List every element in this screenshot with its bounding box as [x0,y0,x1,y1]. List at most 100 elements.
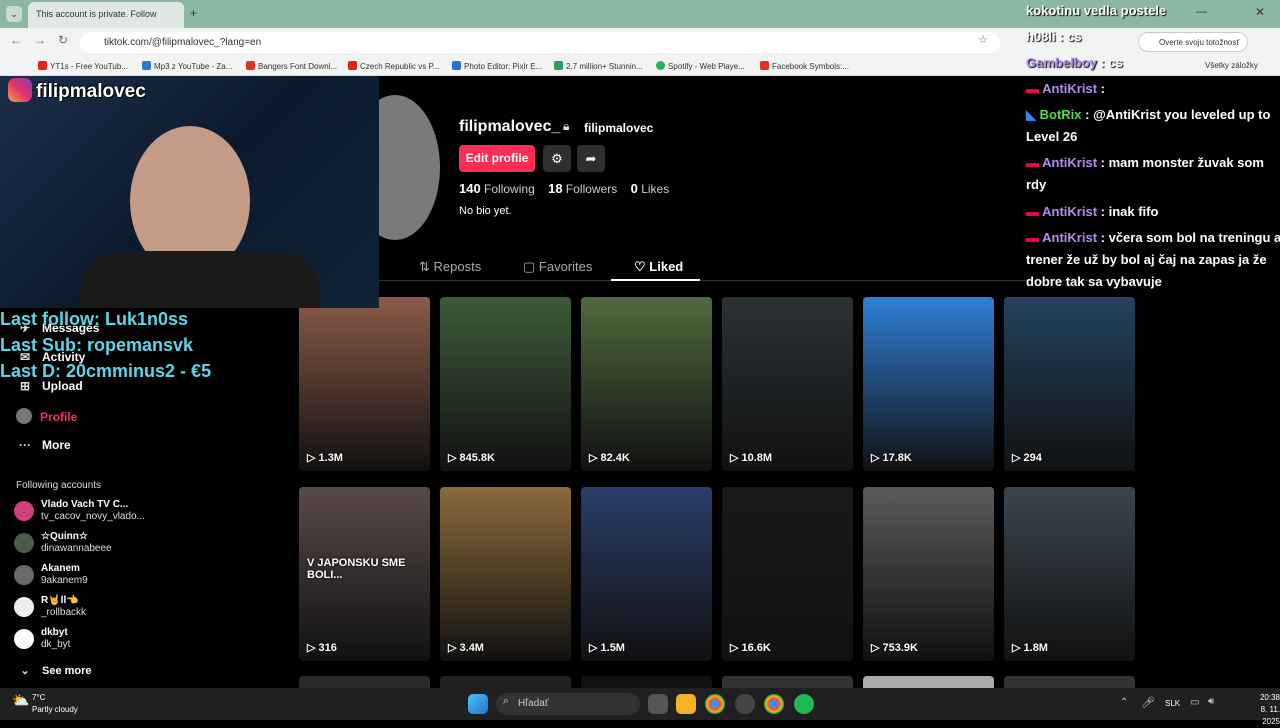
account-handle: 9akanem9 [41,575,88,586]
browser-tab[interactable]: This account is private. Follow [28,2,184,28]
video-thumbnail[interactable]: ▷ 16.6K [722,487,853,661]
webcam-overlay [0,76,379,308]
obs-icon[interactable] [735,694,755,714]
bookmark-item[interactable]: Spotify - Web Playe... [656,61,745,71]
forward-icon[interactable]: → [34,33,46,47]
see-more-button[interactable]: ⌄ See more [16,664,91,677]
settings-gear-icon[interactable]: ⚙ [543,145,571,172]
following-account[interactable]: dkbyt dk_byt [14,625,274,655]
tray-chevron-icon[interactable]: ⌃ [1120,697,1128,708]
sidebar-item-label: Profile [40,410,78,424]
following-account[interactable]: Akanem 9akanem9 [14,561,274,591]
bookmark-item[interactable]: 2.7 million+ Stunnin... [554,61,643,71]
video-thumbnail-partial[interactable] [722,676,853,688]
play-icon: ▷ [1012,642,1024,654]
task-view-icon[interactable] [648,694,668,714]
lock-icon: 🔒︎ [563,119,570,133]
chrome-profile-icon[interactable] [764,694,784,714]
tab-label: Reposts [433,259,482,274]
language-indicator[interactable]: SLK [1165,699,1180,708]
view-count: ▷ 17.8K [871,451,912,464]
bookmark-label: Spotify - Web Playe... [668,62,745,71]
video-thumbnail-partial[interactable] [863,676,994,688]
edit-profile-button[interactable]: Edit profile [459,145,535,172]
view-count-value: 10.8M [741,452,773,464]
share-icon[interactable]: ➦ [577,145,605,172]
tab-liked[interactable]: ♡ Liked [634,259,683,275]
video-thumbnail[interactable]: ▷ 3.4M [440,487,571,661]
address-bar[interactable]: tiktok.com/@filipmalovec_?lang=en [80,32,1000,53]
account-handle: _rollbackk [41,607,87,618]
following-account[interactable]: Vlado Vach TV C... tv_cacov_novy_vlado... [14,497,274,527]
chat-message: kokotinu vedla postele [1026,0,1166,22]
play-icon: ▷ [448,642,460,654]
likes-label: Likes [641,182,670,196]
following-account[interactable]: R🤘ll👈 _rollbackk [14,593,274,623]
video-thumbnail[interactable]: ▷ 753.9K [863,487,994,661]
network-icon[interactable]: ▭ [1190,697,1199,708]
reload-icon[interactable]: ↻ [58,33,68,47]
bookmark-item[interactable]: Mp3 z YouTube - Za... [142,61,232,71]
video-thumbnail[interactable]: ▷ 10.8M [722,297,853,471]
bookmark-label: Mp3 z YouTube - Za... [154,62,233,71]
play-icon: ▷ [1012,452,1024,464]
chat-user: AntiKrist [1042,230,1098,245]
chat-message: h08li : cs [1026,26,1082,48]
url-text: tiktok.com/@filipmalovec_?lang=en [104,37,262,48]
video-thumbnail[interactable]: ▷ 294 [1004,297,1135,471]
volume-icon[interactable]: 🔊︎ [1208,696,1214,707]
bookmark-item[interactable]: Bangers Font Downl... [246,61,337,71]
video-thumbnail-partial[interactable] [581,676,712,688]
badge-icon: ▬ [1026,155,1039,170]
chrome-icon[interactable] [705,694,725,714]
heart-icon: ♡ [634,259,650,274]
windows-start-icon[interactable] [468,694,488,714]
account-handle: tv_cacov_novy_vlado... [41,511,145,522]
taskbar-search[interactable]: Hľadať [496,693,640,715]
weather-widget[interactable]: 7°C Partly cloudy [32,692,78,716]
sidebar-item-profile[interactable]: Profile [16,408,77,424]
chat-user: BotRix [1039,107,1082,122]
view-count-value: 294 [1023,452,1042,464]
bookmark-item[interactable]: Photo Editor: Pixlr E... [452,61,542,71]
video-thumbnail[interactable]: V JAPONSKU SME BOLI... ▷ 316 [299,487,430,661]
tab-search-icon[interactable]: ⌄ [6,6,22,22]
video-thumbnail-partial[interactable] [440,676,571,688]
video-thumbnail[interactable]: ▷ 1.5M [581,487,712,661]
chat-message: ▬ AntiKrist : mam monster žuvak som rdy [1026,152,1280,196]
video-thumbnail[interactable]: ▷ 1.8M [1004,487,1135,661]
taskbar-clock[interactable]: 20:38 8. 11. 2025 [1244,692,1280,728]
spotify-icon[interactable] [794,694,814,714]
video-thumbnail[interactable]: ▷ 845.8K [440,297,571,471]
avatar [14,565,34,585]
tab-reposts[interactable]: ⇅ Reposts [419,259,481,275]
bookmark-label: Photo Editor: Pixlr E... [464,62,543,71]
account-name: Vlado Vach TV C... [41,499,129,510]
chat-text: : inak fifo [1100,204,1159,219]
profile-bio: No bio yet. [459,205,512,217]
new-tab-icon[interactable]: + [190,6,197,20]
view-count-value: 82.4K [600,452,630,464]
view-count: ▷ 10.8M [730,451,772,464]
following-account[interactable]: ☆Quinn☆ dinawannabeee [14,529,274,559]
video-thumbnail[interactable]: ▷ 82.4K [581,297,712,471]
windows-taskbar [0,688,1280,720]
back-icon[interactable]: ← [10,33,22,47]
tab-label: Favorites [538,259,593,274]
bookmark-item[interactable]: Czech Republic vs P... [348,61,439,71]
file-explorer-icon[interactable] [676,694,696,714]
badge-icon: ▬ [1026,204,1039,219]
video-thumbnail[interactable]: ▷ 17.8K [863,297,994,471]
video-thumbnail[interactable]: ▷ 1.3M [299,297,430,471]
video-thumbnail-partial[interactable] [299,676,430,688]
sidebar-item-more[interactable]: ··· More [16,438,71,452]
tab-favorites[interactable]: ▢ Favorites [523,259,592,275]
chat-text: : cs [1100,55,1123,70]
bookmark-star-icon[interactable]: ☆ [978,33,988,46]
bookmark-item[interactable]: Facebook Symbols:... [760,61,849,71]
microphone-icon[interactable]: 🎤︎ [1141,696,1155,709]
view-count: ▷ 82.4K [589,451,630,464]
avatar [14,629,34,649]
bookmark-item[interactable]: YT1s - Free YouTub... [38,61,128,71]
video-thumbnail-partial[interactable] [1004,676,1135,688]
